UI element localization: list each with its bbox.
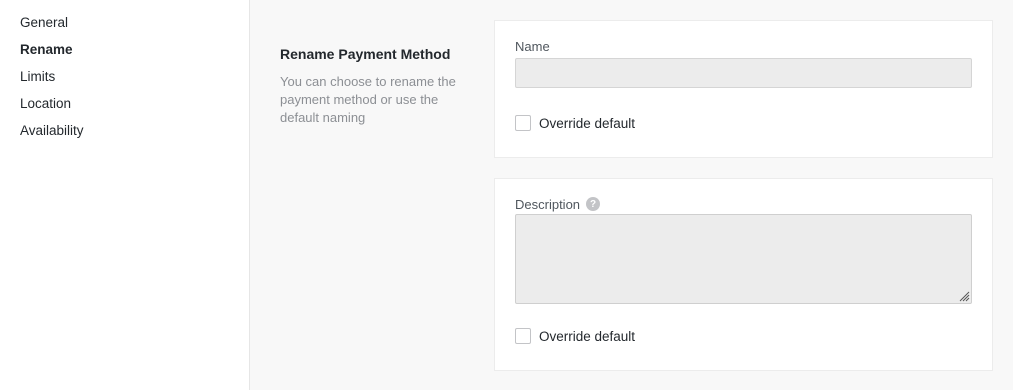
section-description: You can choose to rename the payment met… xyxy=(280,74,456,125)
sidebar-item-general[interactable]: General xyxy=(0,14,249,41)
name-label: Name xyxy=(515,37,972,55)
settings-layout: General Rename Limits Location Availabil… xyxy=(0,0,1013,390)
section-title: Rename Payment Method xyxy=(280,46,451,62)
settings-sidebar: General Rename Limits Location Availabil… xyxy=(0,0,250,390)
description-label: Description ? xyxy=(515,195,972,213)
name-override-label: Override default xyxy=(539,115,636,131)
sidebar-item-location[interactable]: Location xyxy=(0,95,249,122)
settings-content: Rename Payment Method You can choose to … xyxy=(250,0,1013,390)
description-card: Description ? Override default xyxy=(494,178,993,371)
section-info: Rename Payment Method You can choose to … xyxy=(280,46,470,127)
description-override-checkbox[interactable] xyxy=(515,328,531,344)
resize-grip-icon[interactable] xyxy=(958,290,970,302)
name-card: Name Override default xyxy=(494,20,993,158)
question-circle-icon[interactable]: ? xyxy=(586,197,601,211)
name-input[interactable] xyxy=(515,58,972,88)
sidebar-item-rename[interactable]: Rename xyxy=(0,41,249,68)
description-override-row[interactable]: Override default xyxy=(515,328,972,344)
description-override-label: Override default xyxy=(539,328,636,344)
name-label-text: Name xyxy=(515,38,550,54)
description-label-text: Description xyxy=(515,196,581,212)
sidebar-item-availability[interactable]: Availability xyxy=(0,122,249,149)
sidebar-item-limits[interactable]: Limits xyxy=(0,68,249,95)
name-override-row[interactable]: Override default xyxy=(515,115,972,131)
description-textarea[interactable] xyxy=(515,214,972,304)
name-override-checkbox[interactable] xyxy=(515,115,531,131)
